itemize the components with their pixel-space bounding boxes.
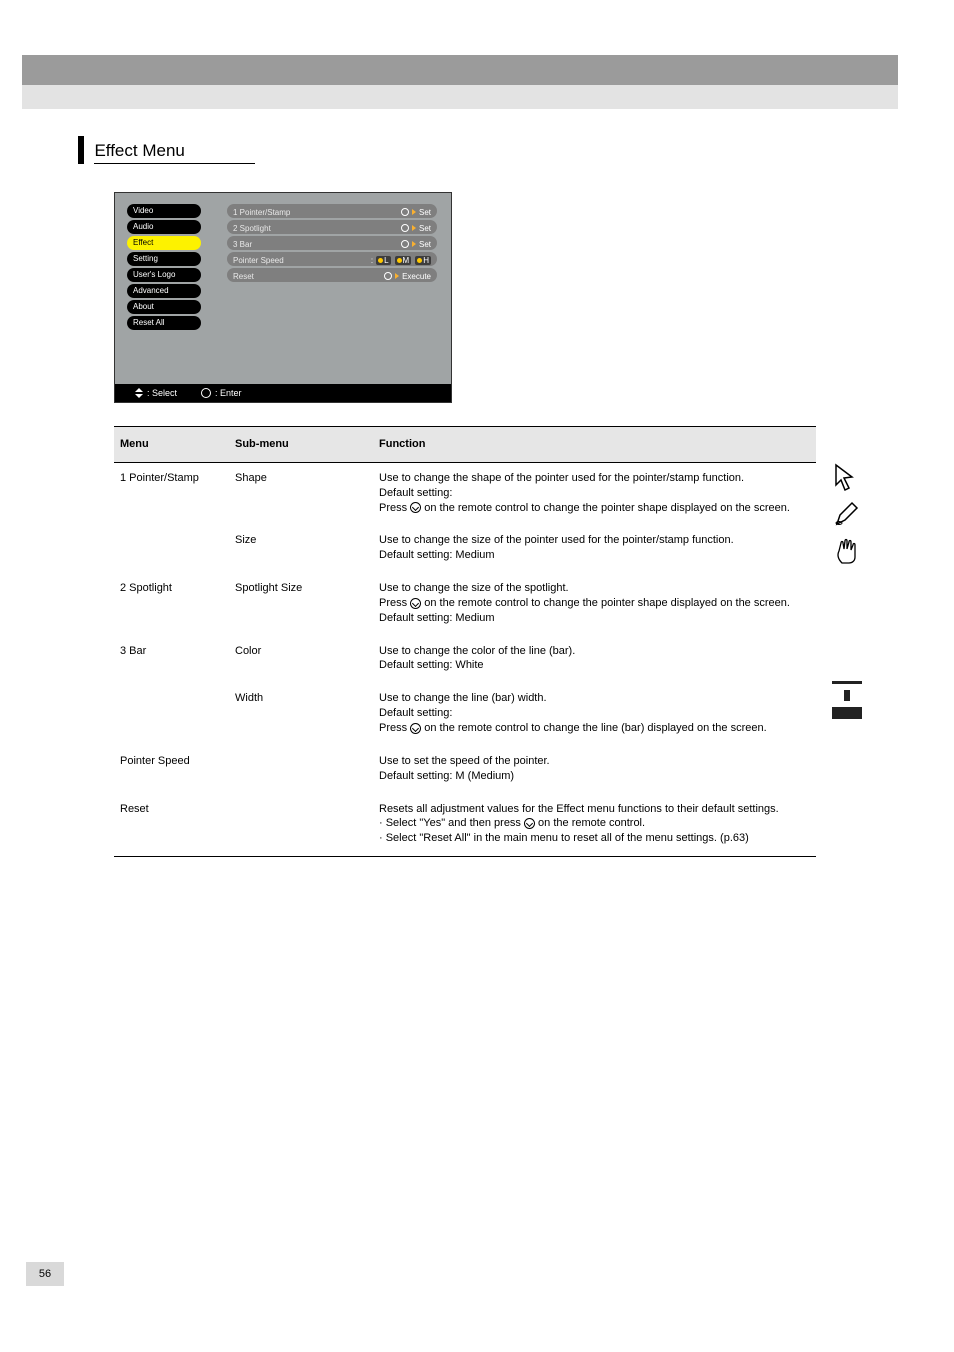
header-sub: [22, 85, 898, 109]
cell-submenu: Color: [229, 636, 373, 684]
table-header-row: Menu Sub-menu Function: [114, 426, 816, 463]
menu-item-audio[interactable]: Audio: [127, 220, 201, 234]
section-title: Effect Menu: [94, 141, 254, 164]
menu-setting-label: 1 Pointer/Stamp: [233, 208, 290, 217]
menu-right-column: 1 Pointer/Stamp Set 2 Spotlight Set 3 Bar Set…: [227, 204, 437, 284]
enter-icon: [410, 598, 421, 609]
menu-item-reset-all[interactable]: Reset All: [127, 316, 201, 330]
menu-footer: : Select : Enter: [115, 384, 451, 402]
pointer-pen-icon: [832, 499, 862, 529]
table-row: Reset Resets all adjustment values for th…: [114, 794, 816, 857]
bar-thick-icon: [832, 707, 862, 719]
cell-function: Use to change the line (bar) width.Defau…: [373, 683, 816, 746]
cell-function: Use to change the shape of the pointer u…: [373, 463, 816, 526]
menu-setting-pointer-speed[interactable]: Pointer Speed :LMH: [227, 252, 437, 266]
menu-item-setting[interactable]: Setting: [127, 252, 201, 266]
cell-function: Use to set the speed of the pointer.Defa…: [373, 746, 816, 794]
cell-menu: 2 Spotlight: [114, 573, 229, 636]
menu-setting-reset[interactable]: Reset Execute: [227, 268, 437, 282]
pointer-hand-icon: [832, 535, 862, 565]
menu-setting-2-spotlight[interactable]: 2 Spotlight Set: [227, 220, 437, 234]
menu-setting-3-bar[interactable]: 3 Bar Set: [227, 236, 437, 250]
enter-icon: [410, 723, 421, 734]
menu-footer-select: : Select: [135, 388, 177, 398]
bar-vertical-icon: [844, 690, 850, 701]
projector-menu-screenshot: Video Audio Effect Setting User's Logo Advanc…: [114, 192, 452, 403]
cell-function: Resets all adjustment values for the Eff…: [373, 794, 816, 857]
col-function: Function: [373, 427, 816, 462]
menu-setting-label: Pointer Speed: [233, 256, 284, 265]
menu-setting-value: Set: [401, 208, 431, 217]
menu-item-effect[interactable]: Effect: [127, 236, 201, 250]
effect-table: Menu Sub-menu Function 1 Pointer/StampSh…: [114, 426, 816, 857]
menu-item-user-s-logo[interactable]: User's Logo: [127, 268, 201, 282]
table-body: 1 Pointer/StampShapeUse to change the sh…: [114, 463, 816, 857]
cell-submenu: Shape: [229, 463, 373, 526]
cell-function: Use to change the color of the line (bar…: [373, 636, 816, 684]
arrow-right-icon: [412, 209, 416, 215]
enter-icon: [401, 224, 409, 232]
cell-submenu: [229, 746, 373, 794]
menu-item-advanced[interactable]: Advanced: [127, 284, 201, 298]
bar-width-icons: [832, 681, 862, 719]
menu-setting-label: 2 Spotlight: [233, 224, 271, 233]
table-row: 1 Pointer/StampShapeUse to change the sh…: [114, 463, 816, 526]
pointer-arrow-icon: [832, 463, 862, 493]
section-title-marker: [78, 136, 84, 164]
section-title-wrap: Effect Menu: [78, 136, 255, 164]
enter-icon: [401, 240, 409, 248]
arrow-right-icon: [395, 273, 399, 279]
cell-submenu: [229, 794, 373, 857]
menu-footer-enter: : Enter: [201, 388, 242, 398]
menu-setting-value: Execute: [384, 272, 431, 281]
menu-setting-label: Reset: [233, 272, 254, 281]
menu-setting-value: Set: [401, 240, 431, 249]
menu-item-video[interactable]: Video: [127, 204, 201, 218]
enter-icon: [524, 818, 535, 829]
cell-submenu: Size: [229, 525, 373, 573]
cell-menu: 1 Pointer/Stamp: [114, 463, 229, 526]
cell-menu: Pointer Speed: [114, 746, 229, 794]
col-menu: Menu: [114, 427, 229, 462]
table-row: WidthUse to change the line (bar) width.…: [114, 683, 816, 746]
arrow-right-icon: [412, 225, 416, 231]
menu-left-column: Video Audio Effect Setting User's Logo Advanc…: [127, 204, 201, 332]
menu-setting-value: :LMH: [371, 256, 431, 265]
cell-function: Use to change the size of the spotlight.…: [373, 573, 816, 636]
menu-setting-1-pointer-stamp[interactable]: 1 Pointer/Stamp Set: [227, 204, 437, 218]
cell-menu: [114, 525, 229, 573]
updown-icon: [135, 388, 143, 398]
enter-icon: [201, 388, 211, 398]
enter-icon: [401, 208, 409, 216]
table-row: 2 SpotlightSpotlight SizeUse to change t…: [114, 573, 816, 636]
enter-icon: [384, 272, 392, 280]
pointer-shape-icons: [832, 463, 862, 565]
menu-setting-label: 3 Bar: [233, 240, 252, 249]
menu-item-about[interactable]: About: [127, 300, 201, 314]
page-number: 56: [26, 1262, 64, 1286]
col-submenu: Sub-menu: [229, 427, 373, 462]
cell-menu: [114, 683, 229, 746]
cell-function: Use to change the size of the pointer us…: [373, 525, 816, 573]
table-row: SizeUse to change the size of the pointe…: [114, 525, 816, 573]
menu-footer-select-text: : Select: [147, 388, 177, 398]
header-bar: [22, 55, 898, 85]
bar-thin-icon: [832, 681, 862, 684]
arrow-right-icon: [412, 241, 416, 247]
cell-submenu: Spotlight Size: [229, 573, 373, 636]
cell-menu: 3 Bar: [114, 636, 229, 684]
table-row: 3 BarColorUse to change the color of the…: [114, 636, 816, 684]
menu-footer-enter-text: : Enter: [215, 388, 242, 398]
menu-setting-value: Set: [401, 224, 431, 233]
cell-menu: Reset: [114, 794, 229, 857]
table-row: Pointer Speed Use to set the speed of the…: [114, 746, 816, 794]
cell-submenu: Width: [229, 683, 373, 746]
enter-icon: [410, 502, 421, 513]
